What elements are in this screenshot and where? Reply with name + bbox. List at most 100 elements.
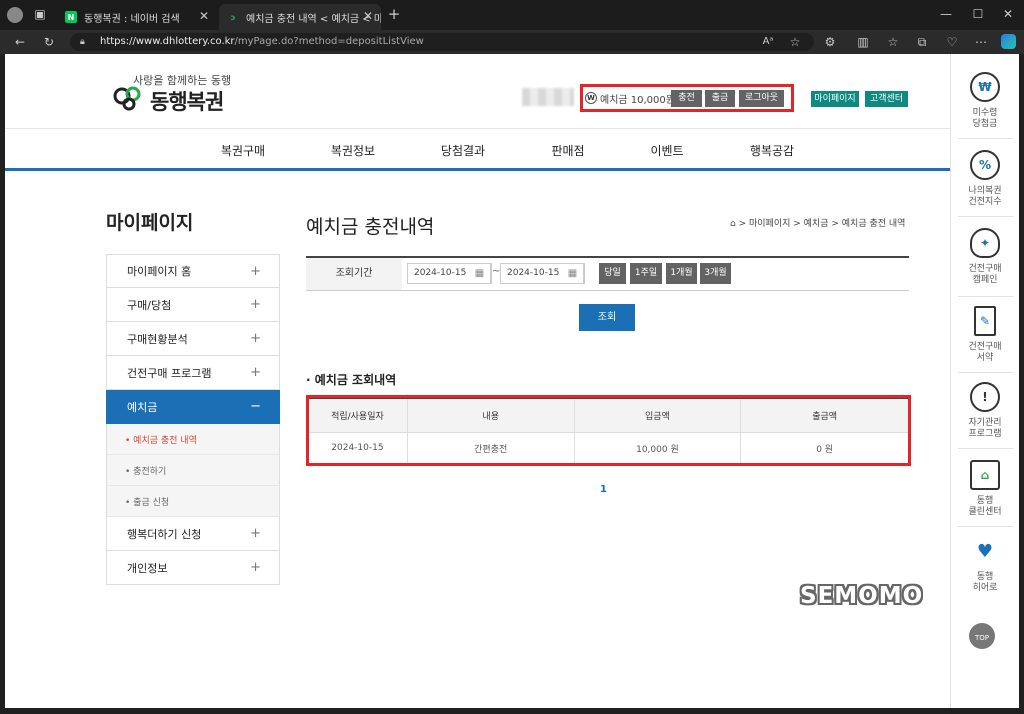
sidebar-sub-withdraw[interactable]: • 출금 신청 xyxy=(106,486,280,517)
tab-actions-icon[interactable]: ▣ xyxy=(32,6,48,22)
split-screen-icon[interactable]: ▥ xyxy=(855,34,871,50)
performance-icon[interactable]: ♡ xyxy=(944,34,960,50)
tab-naver-search[interactable]: N 동행복권 : 네이버 검색 ✕ xyxy=(57,4,217,30)
extensions-icon[interactable]: ⚙ xyxy=(822,34,838,50)
quick-divider xyxy=(958,526,1013,527)
sidebar-item-label: 건전구매 프로그램 xyxy=(127,366,212,380)
tab-deposit-history[interactable]: ↄ 예치금 충전 내역 < 예치금 < 마이 ✕ xyxy=(219,4,381,30)
period-1week-button[interactable]: 1주일 xyxy=(630,263,662,284)
lock-icon: 🔒︎ xyxy=(80,37,85,47)
period-today-button[interactable]: 당일 xyxy=(599,263,626,284)
expand-plus-icon: + xyxy=(250,560,261,575)
search-period-label: 조회기간 xyxy=(306,258,402,290)
query-button[interactable]: 조회 xyxy=(579,304,635,331)
tab-title: 동행복권 : 네이버 검색 xyxy=(84,13,180,25)
expand-plus-icon: + xyxy=(250,297,261,312)
breadcrumb-item[interactable]: 예치금 xyxy=(804,219,829,229)
minimize-icon[interactable]: — xyxy=(938,6,954,22)
nav-events[interactable]: 이벤트 xyxy=(627,142,707,159)
quick-health-index[interactable]: % 나의복권 건전지수 xyxy=(955,150,1015,208)
breadcrumb-item: 예치금 충전 내역 xyxy=(841,219,906,229)
page-number[interactable]: 1 xyxy=(600,484,607,495)
quick-label: 미수령 당첨금 xyxy=(972,108,998,129)
deposit-balance: 예치금 10,000원 xyxy=(600,95,675,106)
period-3month-button[interactable]: 3개월 xyxy=(700,263,731,284)
nav-happy-share[interactable]: 행복공감 xyxy=(732,142,812,159)
sidebar-item-purchase-analysis[interactable]: 구매현황분석 + xyxy=(106,322,280,356)
house-plant-icon: ⌂ xyxy=(970,460,1000,490)
scroll-top-button[interactable]: TOP xyxy=(969,623,995,649)
expand-plus-icon: + xyxy=(250,264,261,279)
quick-hero[interactable]: ♥ 동행 히어로 xyxy=(955,536,1015,594)
winged-heart-icon: ♥ xyxy=(976,540,994,562)
quick-pledge[interactable]: ✎ 건전구매 서약 xyxy=(955,306,1015,364)
section-title: · 예치금 조회내역 xyxy=(306,373,397,387)
sidebar-item-healthy-program[interactable]: 건전구매 프로그램 + xyxy=(106,356,280,390)
nav-lottery-purchase[interactable]: 복권구매 xyxy=(203,142,283,159)
sidebar-item-deposit[interactable]: 예치금 − xyxy=(106,390,280,424)
sidebar-sub-charge-history[interactable]: • 예치금 충전 내역 xyxy=(106,424,280,455)
pledge-document-icon: ✎ xyxy=(974,306,996,336)
read-aloud-icon[interactable]: Aᵃ xyxy=(760,34,776,50)
home-icon[interactable]: ⌂ xyxy=(730,219,736,229)
quick-divider xyxy=(958,448,1013,449)
sidebar-sub-charge[interactable]: • 충전하기 xyxy=(106,455,280,486)
collapse-minus-icon: − xyxy=(250,399,261,414)
sidebar-item-label: 구매현황분석 xyxy=(127,332,188,346)
quick-label: 나의복권 건전지수 xyxy=(968,186,1002,207)
charge-button[interactable]: 충전 xyxy=(671,90,702,107)
lightbulb-icon: ✦ xyxy=(970,228,1000,258)
quick-label: 동행 클린센터 xyxy=(968,496,1002,517)
withdraw-button[interactable]: 출금 xyxy=(705,90,735,107)
logo-brand-name[interactable]: 동행복권 xyxy=(150,86,224,116)
quick-label: 자기관리 프로그램 xyxy=(968,418,1002,439)
quick-divider xyxy=(958,216,1013,217)
nav-winning-results[interactable]: 당첨결과 xyxy=(423,142,503,159)
refresh-icon[interactable]: ↻ xyxy=(41,34,57,50)
breadcrumb: ⌂ > 마이페이지 > 예치금 > 예치금 충전 내역 xyxy=(730,219,906,229)
new-tab-icon[interactable]: + xyxy=(386,6,402,22)
more-icon[interactable]: ⋯ xyxy=(973,34,989,50)
sidebar-item-mypage-home[interactable]: 마이페이지 홈 + xyxy=(106,254,280,288)
copilot-icon[interactable] xyxy=(1001,34,1016,49)
close-tab-icon[interactable]: ✕ xyxy=(363,9,373,23)
expand-plus-icon: + xyxy=(250,526,261,541)
address-input[interactable]: 🔒︎ https://www.dhlottery.co.kr/myPage.do… xyxy=(70,33,814,51)
quick-self-management[interactable]: ! 자기관리 프로그램 xyxy=(955,382,1015,440)
customer-center-button[interactable]: 고객센터 xyxy=(865,91,908,107)
dhlottery-logo-icon[interactable] xyxy=(113,84,143,112)
close-window-icon[interactable]: ✕ xyxy=(1000,6,1016,22)
breadcrumb-item[interactable]: 마이페이지 xyxy=(749,219,790,229)
blurred-user-name xyxy=(522,88,574,106)
naver-favicon-icon: N xyxy=(65,11,77,23)
collections-icon[interactable]: ⧉ xyxy=(914,34,930,50)
calendar-icon[interactable]: ▦ xyxy=(469,263,491,284)
sidebar-item-personal-info[interactable]: 개인정보 + xyxy=(106,551,280,585)
browser-tab-bar: ▣ N 동행복권 : 네이버 검색 ✕ ↄ 예치금 충전 내역 < 예치금 < … xyxy=(0,0,1024,30)
calendar-icon[interactable]: ▦ xyxy=(562,263,584,284)
nav-stores[interactable]: 판매점 xyxy=(528,142,608,159)
header-divider xyxy=(5,128,950,129)
quick-campaign[interactable]: ✦ 건전구매 캠페인 xyxy=(955,228,1015,286)
alert-icon: ! xyxy=(970,382,1000,412)
back-icon[interactable]: ← xyxy=(12,34,28,50)
quick-unclaimed-prize[interactable]: ₩ 미수령 당첨금 xyxy=(955,72,1015,130)
favorite-star-icon[interactable]: ☆ xyxy=(787,34,803,50)
favorites-icon[interactable]: ☆ xyxy=(885,34,901,50)
period-1month-button[interactable]: 1개월 xyxy=(666,263,697,284)
maximize-icon[interactable]: ☐ xyxy=(970,6,986,22)
close-tab-icon[interactable]: ✕ xyxy=(199,9,209,23)
table-highlight xyxy=(306,395,911,466)
sidebar-item-label: 구매/당첨 xyxy=(127,298,172,312)
sidebar-item-purchase-win[interactable]: 구매/당첨 + xyxy=(106,288,280,322)
mypage-button[interactable]: 마이페이지 xyxy=(811,91,859,107)
logout-button[interactable]: 로그아웃 xyxy=(739,90,784,107)
profile-avatar[interactable] xyxy=(7,7,23,23)
quick-label: 건전구매 캠페인 xyxy=(968,264,1002,285)
url-host: https://www.dhlottery.co.kr xyxy=(100,36,235,47)
nav-lottery-info[interactable]: 복권정보 xyxy=(313,142,393,159)
quick-divider xyxy=(958,296,1013,297)
quick-clean-center[interactable]: ⌂ 동행 클린센터 xyxy=(955,460,1015,518)
sidebar-item-label: 행복더하기 신청 xyxy=(127,527,202,541)
sidebar-item-happy-plus[interactable]: 행복더하기 신청 + xyxy=(106,517,280,551)
